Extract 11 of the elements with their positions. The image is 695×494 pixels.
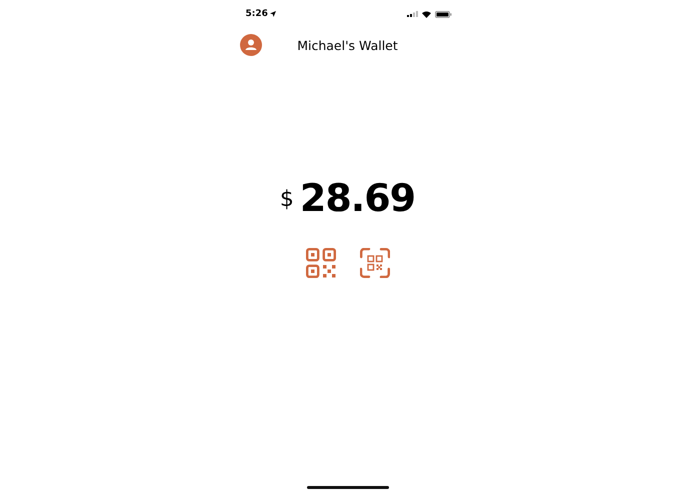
qr-scan-icon[interactable] (360, 248, 390, 278)
currency-symbol: $ (280, 186, 294, 212)
qr-code-icon[interactable] (306, 248, 336, 278)
battery-icon (434, 10, 452, 18)
signal-icon (406, 11, 418, 17)
balance-amount: 28.69 (300, 176, 416, 220)
location-arrow-icon (270, 11, 276, 17)
wallet-title: Michael's Wallet (296, 38, 399, 52)
profile-avatar-icon[interactable] (240, 34, 262, 56)
status-time: 5:26 (246, 9, 268, 19)
wifi-icon (422, 10, 430, 18)
